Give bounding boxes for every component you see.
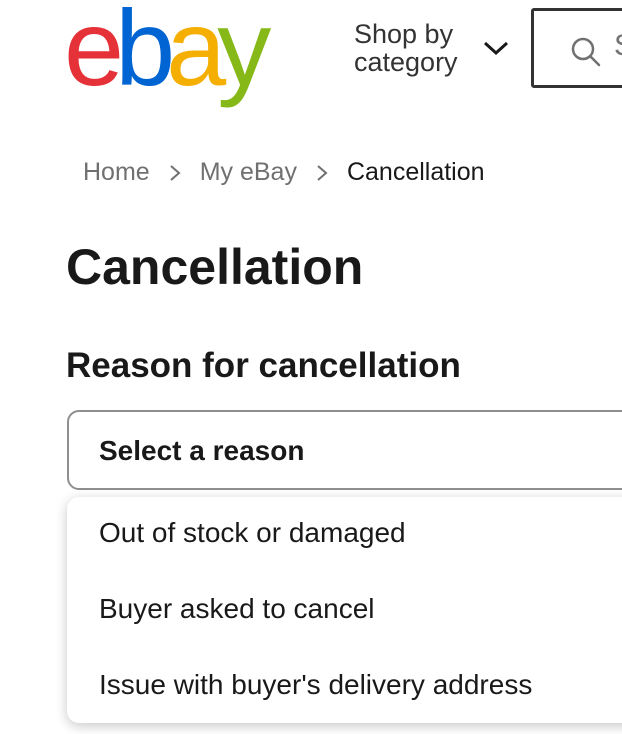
option-out-of-stock[interactable]: Out of stock or damaged	[99, 517, 406, 549]
reason-section-title: Reason for cancellation	[66, 346, 461, 385]
breadcrumb-current: Cancellation	[346, 158, 485, 186]
logo-letter-b: b	[115, 0, 175, 108]
search-icon	[571, 37, 601, 67]
shop-by-category-button[interactable]: Shop by category	[354, 20, 510, 76]
option-buyer-asked-to-cancel[interactable]: Buyer asked to cancel	[99, 593, 375, 625]
reason-select-value: Select a reason	[99, 435, 305, 466]
search-input[interactable]	[614, 29, 622, 63]
option-delivery-address-issue[interactable]: Issue with buyer's delivery address	[99, 669, 532, 701]
shop-by-category-label: Shop by category	[354, 19, 458, 77]
reason-select[interactable]: Select a reason	[67, 410, 622, 490]
page-title: Cancellation	[66, 239, 364, 295]
breadcrumb-my-ebay[interactable]: My eBay	[200, 158, 297, 187]
ebay-logo[interactable]: ebay	[64, 0, 271, 108]
breadcrumb-home[interactable]: Home	[83, 158, 150, 187]
logo-letter-y: y	[217, 0, 271, 108]
logo-letter-e: e	[64, 0, 124, 108]
chevron-right-icon	[317, 164, 328, 181]
logo-letter-a: a	[166, 0, 226, 108]
breadcrumb: Home My eBay Cancellation	[83, 158, 485, 187]
chevron-right-icon	[170, 164, 181, 181]
search-box[interactable]	[531, 8, 622, 88]
chevron-down-icon	[483, 41, 509, 56]
page: ebay Shop by category Home My eBay Cance…	[0, 0, 622, 734]
reason-dropdown-menu: Out of stock or damaged Buyer asked to c…	[67, 497, 622, 723]
